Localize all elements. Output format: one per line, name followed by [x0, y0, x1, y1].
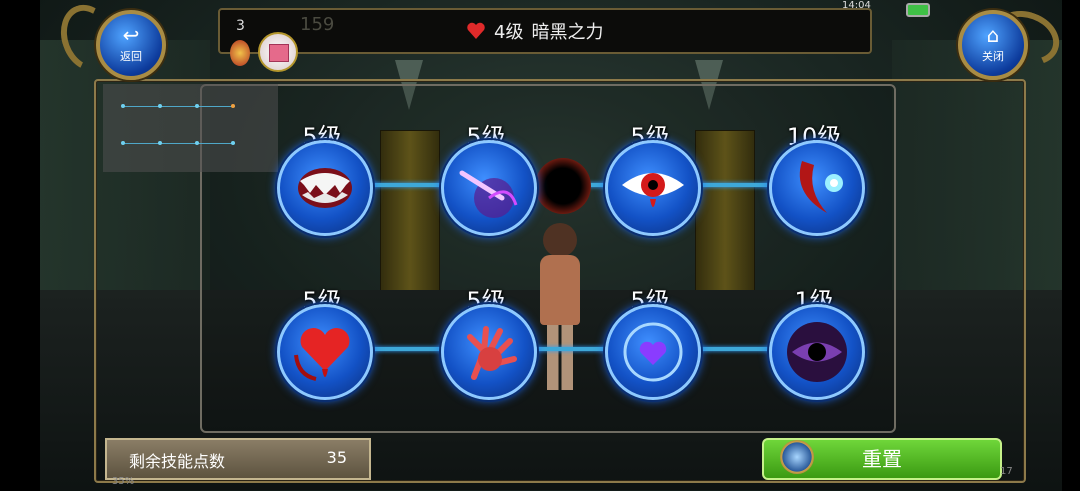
- dark-eye-icon: [787, 322, 847, 382]
- skill-node-claw-spirit[interactable]: [769, 140, 865, 236]
- return-arrow-icon: ↩: [122, 23, 140, 47]
- minimap[interactable]: [103, 84, 278, 172]
- badge-count: 3: [236, 18, 245, 34]
- skill-level-label: 4级: [494, 22, 524, 43]
- skill-node-bleeding-eye[interactable]: [605, 140, 701, 236]
- skill-node-dark-eye[interactable]: [769, 304, 865, 400]
- claw-spirit-icon: [799, 161, 843, 213]
- home-icon: ⌂: [986, 23, 1000, 47]
- remaining-skill-points: 剩余技能点数 35: [105, 438, 371, 480]
- skill-node-purple-heart[interactable]: [605, 304, 701, 400]
- skill-node-fang[interactable]: [277, 140, 373, 236]
- bleeding-eye-icon: [622, 173, 684, 207]
- corner-left-text: 35%: [112, 476, 135, 487]
- purple-heart-icon: [623, 322, 683, 382]
- skill-connector: [360, 183, 450, 187]
- gear-emblem-icon: [780, 440, 814, 474]
- skill-title: 4级 暗黑之力: [466, 18, 603, 44]
- battery-icon: [906, 3, 930, 17]
- skill-node-bleeding-heart[interactable]: [277, 304, 373, 400]
- red-hand-icon: [467, 326, 517, 380]
- gift-icon[interactable]: [258, 32, 298, 72]
- skill-node-slash[interactable]: [441, 140, 537, 236]
- medal-icon[interactable]: [230, 40, 250, 66]
- fang-icon: [298, 168, 352, 208]
- skill-connector: [690, 183, 780, 187]
- slash-orb-icon: [459, 170, 518, 218]
- faded-counter: 159: [300, 14, 335, 35]
- back-button[interactable]: ↩ 返回: [96, 10, 166, 80]
- skill-connector: [690, 347, 780, 351]
- close-button[interactable]: ⌂ 关闭: [958, 10, 1028, 80]
- clock: 14:04: [842, 0, 871, 11]
- skill-node-red-hand[interactable]: [441, 304, 537, 400]
- points-value: 35: [326, 448, 347, 467]
- heart-icon: [467, 22, 485, 39]
- skill-connector: [525, 347, 615, 351]
- dark-orb: [535, 158, 591, 214]
- points-label: 剩余技能点数: [129, 452, 226, 471]
- corner-right-text: 17: [1000, 466, 1013, 477]
- skill-connector: [360, 347, 450, 351]
- skill-name: 暗黑之力: [531, 22, 604, 43]
- bleeding-heart-icon: [294, 328, 350, 381]
- reset-label: 重置: [862, 447, 902, 471]
